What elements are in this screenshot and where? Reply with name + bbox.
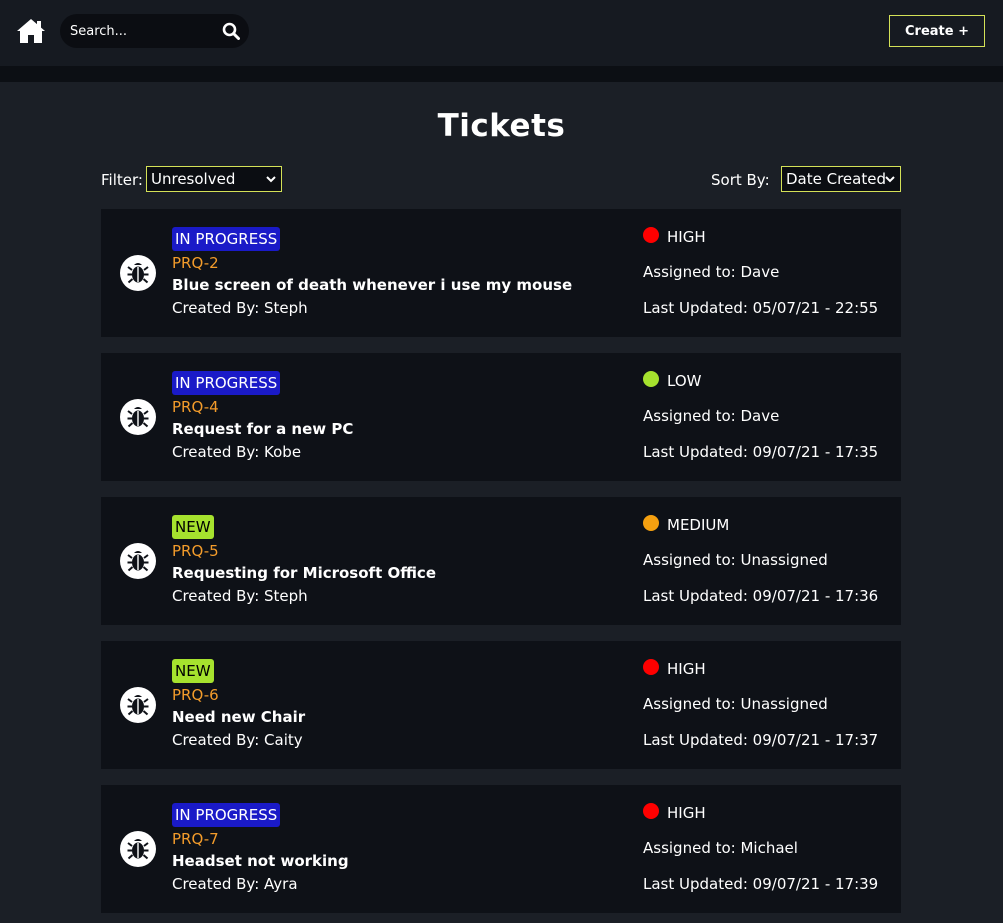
create-button[interactable]: Create + <box>889 15 985 47</box>
ticket-id: PRQ-7 <box>172 830 219 848</box>
priority-label: LOW <box>667 372 702 390</box>
priority-label: HIGH <box>667 804 706 822</box>
page-title: Tickets <box>437 108 566 144</box>
status-badge: IN PROGRESS <box>172 227 281 251</box>
ticket-id: PRQ-4 <box>172 398 219 416</box>
home-icon[interactable] <box>16 18 46 44</box>
priority-dot-icon <box>643 659 659 675</box>
assigned-to: Assigned to: Dave <box>643 407 780 425</box>
ticket-title: Blue screen of death whenever i use my m… <box>172 276 573 294</box>
ticket-creator: Created By: Kobe <box>172 443 302 461</box>
ticket-title: Request for a new PC <box>172 420 354 438</box>
ticket-title: Requesting for Microsoft Office <box>172 564 437 582</box>
chevron-down-icon <box>266 176 276 183</box>
ticket-creator: Created By: Steph <box>172 299 308 317</box>
ticket-card[interactable]: IN PROGRESS PRQ-7 Headset not working Cr… <box>101 785 901 913</box>
bug-icon <box>120 687 156 723</box>
priority-label: HIGH <box>667 660 706 678</box>
ticket-card[interactable]: NEW PRQ-6 Need new Chair Created By: Cai… <box>101 641 901 769</box>
ticket-title: Need new Chair <box>172 708 306 726</box>
assigned-to: Assigned to: Unassigned <box>643 695 828 713</box>
last-updated: Last Updated: 09/07/21 - 17:39 <box>643 875 879 893</box>
ticket-card[interactable]: IN PROGRESS PRQ-2 Blue screen of death w… <box>101 209 901 337</box>
priority-dot-icon <box>643 515 659 531</box>
sort-select[interactable]: Date Created <box>781 166 901 192</box>
bug-icon <box>120 543 156 579</box>
filter-select[interactable]: Unresolved <box>146 166 282 192</box>
priority-label: HIGH <box>667 228 706 246</box>
ticket-creator: Created By: Ayra <box>172 875 298 893</box>
search-icon[interactable] <box>222 22 240 40</box>
ticket-id: PRQ-2 <box>172 254 219 272</box>
navbar-divider <box>0 66 1003 82</box>
status-badge: IN PROGRESS <box>172 371 281 395</box>
bug-icon <box>120 399 156 435</box>
ticket-title: Headset not working <box>172 852 349 870</box>
ticket-creator: Created By: Caity <box>172 731 303 749</box>
assigned-to: Assigned to: Michael <box>643 839 798 857</box>
last-updated: Last Updated: 05/07/21 - 22:55 <box>643 299 879 317</box>
filter-label: Filter: <box>101 171 143 189</box>
priority-dot-icon <box>643 803 659 819</box>
ticket-creator: Created By: Steph <box>172 587 308 605</box>
ticket-card[interactable]: NEW PRQ-5 Requesting for Microsoft Offic… <box>101 497 901 625</box>
search-bar <box>60 14 249 48</box>
bug-icon <box>120 831 156 867</box>
priority-dot-icon <box>643 227 659 243</box>
search-input[interactable] <box>70 21 210 41</box>
status-badge: NEW <box>172 515 214 539</box>
priority-dot-icon <box>643 371 659 387</box>
top-navbar: Create + <box>0 0 1003 66</box>
sort-select-value: Date Created <box>786 170 886 188</box>
last-updated: Last Updated: 09/07/21 - 17:37 <box>643 731 879 749</box>
ticket-id: PRQ-6 <box>172 686 219 704</box>
status-badge: IN PROGRESS <box>172 803 281 827</box>
filter-select-value: Unresolved <box>151 170 236 188</box>
ticket-id: PRQ-5 <box>172 542 219 560</box>
assigned-to: Assigned to: Unassigned <box>643 551 828 569</box>
assigned-to: Assigned to: Dave <box>643 263 780 281</box>
last-updated: Last Updated: 09/07/21 - 17:35 <box>643 443 879 461</box>
bug-icon <box>120 255 156 291</box>
priority-label: MEDIUM <box>667 516 730 534</box>
last-updated: Last Updated: 09/07/21 - 17:36 <box>643 587 879 605</box>
ticket-card[interactable]: IN PROGRESS PRQ-4 Request for a new PC C… <box>101 353 901 481</box>
status-badge: NEW <box>172 659 214 683</box>
chevron-down-icon <box>885 176 895 183</box>
sort-label: Sort By: <box>711 171 770 189</box>
